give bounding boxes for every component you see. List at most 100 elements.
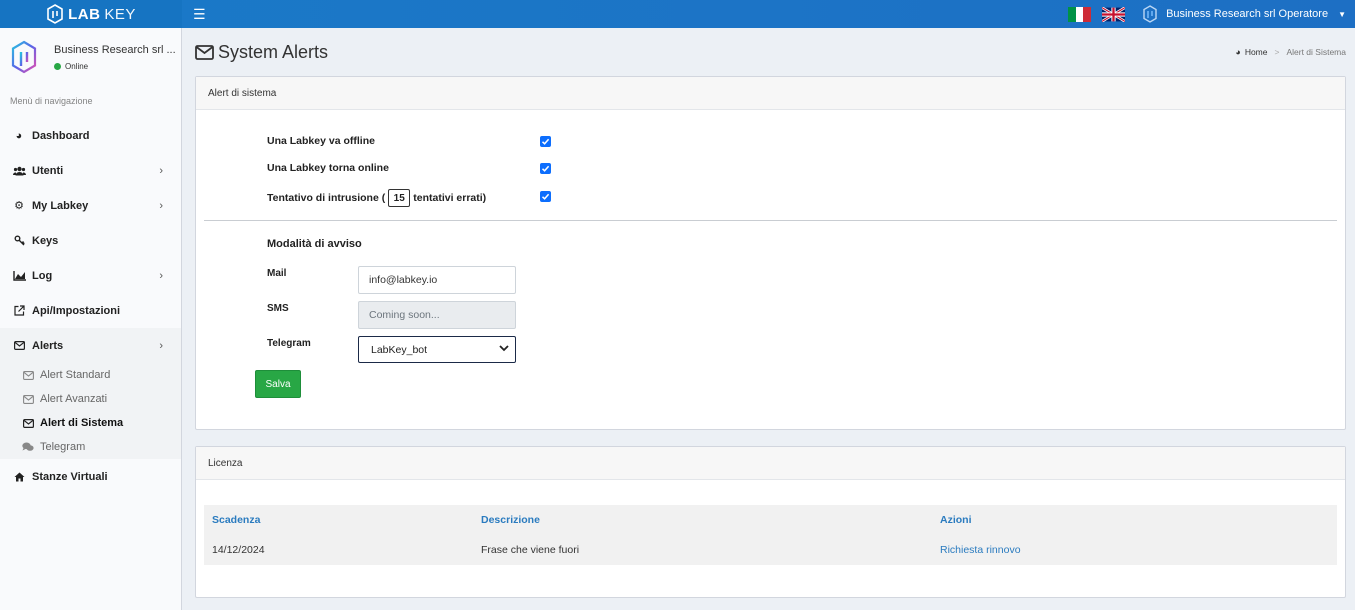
sidebar-item-label: Log: [32, 269, 53, 282]
envelope-icon: [195, 44, 214, 60]
status-badge: Online: [54, 62, 176, 71]
alerts-group: Alerts › Alert Standard Alert Avanzati A…: [0, 328, 181, 459]
sms-label: SMS: [267, 303, 289, 314]
online-dot-icon: [54, 62, 61, 70]
cell-expiry: 14/12/2024: [212, 544, 265, 556]
envelope-icon: [22, 418, 34, 428]
alert-intrusion-row: Tentativo di intrusione ( 15 tentativi e…: [267, 189, 486, 207]
sidebar-item-label: Utenti: [32, 164, 64, 177]
breadcrumb: ◕ Home > Alert di Sistema: [1235, 47, 1346, 57]
renewal-request-link[interactable]: Richiesta rinnovo: [940, 544, 1021, 556]
table-header: Scadenza Descrizione Azioni: [204, 505, 1337, 535]
chevron-right-icon: ›: [159, 269, 163, 282]
alert-intrusion-checkbox[interactable]: [540, 191, 551, 202]
top-navbar: LAB KEY ☰ Business Research srl Operatore…: [0, 0, 1355, 28]
alert-offline-checkbox[interactable]: [540, 136, 551, 147]
telegram-select[interactable]: LabKey_bot: [358, 336, 516, 363]
sidebar-item-label: Api/Impostazioni: [32, 304, 120, 317]
sidebar-subitem-label: Alert di Sistema: [40, 417, 124, 429]
breadcrumb-separator: >: [1274, 47, 1280, 57]
sidebar-item-my-labkey[interactable]: ⚙ My Labkey ›: [0, 188, 181, 223]
sidebar-item-api-impostazioni[interactable]: Api/Impostazioni: [0, 293, 181, 328]
user-avatar-icon: [1143, 5, 1157, 23]
sidebar-subitem-label: Alert Avanzati: [40, 393, 108, 405]
sidebar-subitem-label: Telegram: [40, 441, 86, 453]
caret-down-icon: ▼: [1338, 9, 1346, 19]
comments-icon: [22, 442, 34, 452]
card-header: Licenza: [196, 447, 1345, 480]
alert-offline-text: Una Labkey va offline: [267, 135, 375, 147]
telegram-label: Telegram: [267, 338, 311, 349]
page-title: System Alerts: [195, 42, 328, 63]
main-content: System Alerts ◕ Home > Alert di Sistema …: [183, 28, 1355, 610]
brand-key-text: KEY: [104, 5, 136, 23]
envelope-icon: [22, 394, 34, 404]
sidebar-subitem-alert-di-sistema[interactable]: Alert di Sistema: [0, 411, 181, 435]
menu-toggle-icon[interactable]: ☰: [193, 6, 206, 23]
cell-description: Frase che viene fuori: [481, 544, 580, 556]
license-card: Licenza Scadenza Descrizione Azioni 14/1…: [195, 446, 1346, 598]
sms-input: Coming soon...: [358, 301, 516, 329]
labkey-logo-icon: [47, 4, 63, 24]
home-icon: [12, 472, 26, 482]
dashboard-icon: ◕: [15, 129, 23, 142]
breadcrumb-home[interactable]: Home: [1245, 47, 1268, 57]
sidebar-subitem-alert-avanzati[interactable]: Alert Avanzati: [0, 387, 181, 411]
section-divider: [204, 220, 1337, 221]
sidebar-item-label: My Labkey: [32, 199, 89, 212]
page-header: System Alerts ◕ Home > Alert di Sistema: [183, 28, 1355, 76]
sidebar-subitem-alert-standard[interactable]: Alert Standard: [0, 363, 181, 387]
breadcrumb-current: Alert di Sistema: [1286, 47, 1346, 57]
notify-mode-title: Modalità di avviso: [267, 238, 362, 250]
alert-online-label: Una Labkey torna online: [267, 162, 389, 174]
telegram-select-value: LabKey_bot: [371, 343, 428, 356]
gear-icon: ⚙: [14, 200, 24, 212]
sidebar-user-name: Business Research srl ...: [54, 43, 176, 56]
chevron-right-icon: ›: [159, 199, 163, 212]
external-link-icon: [12, 305, 26, 316]
sidebar-item-log[interactable]: Log ›: [0, 258, 181, 293]
brand-logo[interactable]: LAB KEY: [0, 0, 182, 28]
chevron-right-icon: ›: [159, 164, 163, 177]
card-header: Alert di sistema: [196, 77, 1345, 110]
sidebar: Business Research srl ... Online Menù di…: [0, 28, 182, 610]
sidebar-item-label: Keys: [32, 234, 59, 247]
uk-flag-icon[interactable]: [1102, 6, 1126, 22]
alert-offline-label: Una Labkey va offline: [267, 135, 375, 147]
save-button[interactable]: Salva: [255, 370, 301, 398]
sidebar-item-label: Dashboard: [32, 129, 90, 142]
mail-label: Mail: [267, 268, 287, 279]
chart-icon: [12, 270, 26, 281]
sidebar-subitem-label: Alert Standard: [40, 369, 111, 381]
sidebar-item-stanze-virtuali[interactable]: Stanze Virtuali: [0, 459, 181, 494]
user-logo-icon: [11, 40, 37, 74]
column-header-azioni[interactable]: Azioni: [940, 514, 1337, 526]
sidebar-subitem-telegram[interactable]: Telegram: [0, 435, 181, 459]
key-icon: [12, 235, 26, 246]
envelope-icon: [22, 370, 34, 380]
sidebar-item-utenti[interactable]: Utenti ›: [0, 153, 181, 188]
brand-lab-text: LAB: [68, 5, 101, 23]
status-text: Online: [65, 61, 89, 71]
chevron-down-icon: ›: [159, 339, 163, 352]
alert-intrusion-prefix: Tentativo di intrusione (: [267, 192, 386, 204]
chevron-down-icon: [499, 344, 509, 355]
users-icon: [12, 166, 26, 176]
user-menu-label: Business Research srl Operatore: [1166, 8, 1329, 20]
italian-flag-icon[interactable]: [1068, 6, 1092, 22]
table-row: 14/12/2024 Frase che viene fuori Richies…: [204, 535, 1337, 565]
user-panel: Business Research srl ... Online: [0, 28, 181, 86]
sidebar-item-dashboard[interactable]: ◕ Dashboard: [0, 118, 181, 153]
mail-input[interactable]: info@labkey.io: [358, 266, 516, 294]
column-header-scadenza[interactable]: Scadenza: [204, 514, 481, 526]
sidebar-item-keys[interactable]: Keys: [0, 223, 181, 258]
user-menu-dropdown[interactable]: Business Research srl Operatore ▼: [1142, 5, 1346, 23]
alert-online-checkbox[interactable]: [540, 163, 551, 174]
system-alerts-card: Alert di sistema Una Labkey va offline U…: [195, 76, 1346, 430]
sidebar-item-alerts[interactable]: Alerts ›: [0, 328, 181, 363]
column-header-descrizione[interactable]: Descrizione: [481, 514, 940, 526]
sidebar-item-label: Stanze Virtuali: [32, 470, 108, 483]
license-table: Scadenza Descrizione Azioni 14/12/2024 F…: [204, 505, 1337, 565]
intrusion-attempts-input[interactable]: 15: [388, 189, 411, 207]
alert-online-text: Una Labkey torna online: [267, 162, 389, 174]
